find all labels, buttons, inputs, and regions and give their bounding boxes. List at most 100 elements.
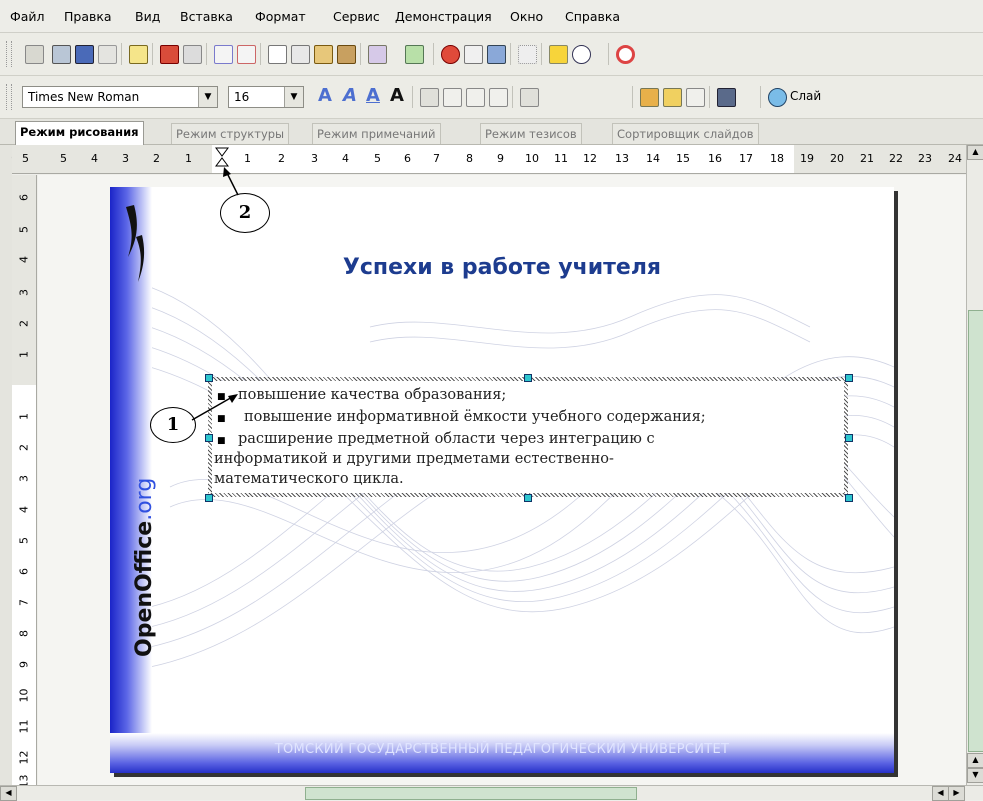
resize-handle[interactable]: [524, 494, 532, 502]
align-right-icon[interactable]: [466, 88, 485, 107]
undo-icon[interactable]: [368, 45, 387, 64]
ruler-label: 3: [122, 152, 129, 165]
menu-file[interactable]: Файл: [10, 9, 45, 24]
demote-icon[interactable]: [566, 88, 583, 105]
bullet-text[interactable]: расширение предметной области через инте…: [238, 431, 655, 447]
character-icon[interactable]: [640, 88, 659, 107]
scroll-up-icon[interactable]: ▲: [967, 753, 983, 768]
align-center-icon[interactable]: [443, 88, 462, 107]
shadow-font-icon[interactable]: A: [343, 85, 357, 106]
horizontal-ruler[interactable]: 5 5 4 3 2 1 1 2 3 4 5 6 7 8 9 10 11 12 1…: [12, 145, 967, 174]
tab-handout-view[interactable]: Режим тезисов: [480, 123, 582, 144]
font-size-combo[interactable]: 16 ▼: [228, 86, 304, 108]
font-color-icon[interactable]: A: [390, 85, 404, 106]
chevron-down-icon[interactable]: ▼: [284, 87, 303, 107]
horizontal-scroll-thumb[interactable]: [305, 787, 637, 800]
ruler-label: 3: [17, 289, 31, 296]
area-icon[interactable]: [717, 88, 736, 107]
move-up-icon[interactable]: [587, 88, 604, 105]
ruler-label: 2: [153, 152, 160, 165]
resize-handle[interactable]: [205, 374, 213, 382]
menu-tools[interactable]: Сервис: [333, 9, 380, 24]
bullet-text[interactable]: повышение качества образования;: [238, 387, 506, 403]
ruler-label: 6: [404, 152, 411, 165]
bullets-icon[interactable]: [520, 88, 539, 107]
align-left-icon[interactable]: [420, 88, 439, 107]
resize-handle[interactable]: [205, 434, 213, 442]
text-frame[interactable]: ■ повышение качества образования; ■ повы…: [208, 377, 848, 497]
ruler-label: 2: [278, 152, 285, 165]
show-draw-functions-icon[interactable]: [518, 45, 537, 64]
menu-help[interactable]: Справка: [565, 9, 620, 24]
mail-icon[interactable]: [98, 45, 117, 64]
bullet-continuation-text[interactable]: математического цикла.: [214, 471, 404, 487]
toolbar-grip[interactable]: [6, 84, 12, 110]
edit-mode-icon[interactable]: [129, 45, 148, 64]
clone-format-icon[interactable]: [337, 45, 356, 64]
font-name-combo[interactable]: Times New Roman ▼: [22, 86, 218, 108]
tab-outline-view[interactable]: Режим структуры: [171, 123, 290, 144]
tab-notes-view[interactable]: Режим примечаний: [312, 123, 441, 144]
zoom-icon[interactable]: [572, 45, 591, 64]
vertical-ruler[interactable]: 6 5 4 3 2 1 1 2 3 4 5 6 7 8 9 10 11 12 1…: [12, 175, 37, 789]
resize-handle[interactable]: [845, 374, 853, 382]
save-icon[interactable]: [75, 45, 94, 64]
bullets-numbering-icon[interactable]: [686, 88, 705, 107]
text-frame-body[interactable]: ■ повышение качества образования; ■ повы…: [212, 381, 844, 493]
print-icon[interactable]: [183, 45, 202, 64]
table-icon[interactable]: [464, 45, 483, 64]
justify-icon[interactable]: [489, 88, 508, 107]
toolbar-grip[interactable]: [6, 41, 12, 67]
menu-edit[interactable]: Правка: [64, 9, 112, 24]
resize-handle[interactable]: [524, 374, 532, 382]
menu-format[interactable]: Формат: [255, 9, 306, 24]
cut-icon[interactable]: [268, 45, 287, 64]
move-down-icon[interactable]: [608, 88, 625, 105]
separator: [760, 86, 761, 108]
resize-handle[interactable]: [845, 494, 853, 502]
outline-font-icon[interactable]: A: [318, 85, 332, 106]
chart-icon[interactable]: [441, 45, 460, 64]
vertical-scrollbar[interactable]: ▲ ▲ ▼: [966, 145, 983, 785]
slide-button-label[interactable]: Слай: [790, 89, 821, 103]
redo-icon[interactable]: [405, 45, 424, 64]
menu-view[interactable]: Вид: [135, 9, 160, 24]
ruler-label: 16: [708, 152, 722, 165]
brand-suffix: .org: [132, 477, 157, 521]
promote-icon[interactable]: [545, 88, 562, 105]
resize-handle[interactable]: [845, 434, 853, 442]
export-pdf-icon[interactable]: [160, 45, 179, 64]
resize-handle[interactable]: [205, 494, 213, 502]
scroll-down-icon[interactable]: ▼: [967, 768, 983, 783]
tab-slide-sorter[interactable]: Сортировщик слайдов: [612, 123, 759, 144]
autospellcheck-icon[interactable]: [237, 45, 256, 64]
tab-drawing-view[interactable]: Режим рисования: [15, 121, 144, 145]
slide-canvas[interactable]: OpenOffice.org Успехи в работе учителя ■…: [110, 187, 894, 773]
separator: [206, 43, 207, 65]
new-document-icon[interactable]: [25, 45, 44, 64]
navigator-icon[interactable]: [549, 45, 568, 64]
bullet-text[interactable]: повышение информативной ёмкости учебного…: [244, 409, 706, 425]
help-icon[interactable]: [616, 45, 635, 64]
paragraph-icon[interactable]: [663, 88, 682, 107]
slide-title[interactable]: Успехи в работе учителя: [110, 255, 894, 280]
slide-icon[interactable]: [768, 88, 787, 107]
ruler-label: 3: [311, 152, 318, 165]
menu-slideshow[interactable]: Демонстрация: [395, 9, 492, 24]
ruler-label: 8: [466, 152, 473, 165]
underline-font-icon[interactable]: A: [366, 85, 380, 106]
ruler-label: 5: [60, 152, 67, 165]
vertical-scroll-thumb[interactable]: [968, 310, 983, 752]
bullet-continuation-text[interactable]: информатикой и другими предметами естест…: [214, 451, 614, 467]
display-grid-icon[interactable]: [487, 45, 506, 64]
menu-window[interactable]: Окно: [510, 9, 543, 24]
open-icon[interactable]: [52, 45, 71, 64]
copy-icon[interactable]: [291, 45, 310, 64]
chevron-down-icon[interactable]: ▼: [198, 87, 217, 107]
indent-marker-icon[interactable]: [215, 147, 229, 167]
menu-insert[interactable]: Вставка: [180, 9, 233, 24]
horizontal-scrollbar[interactable]: ◀ ◀ ▶: [0, 785, 983, 801]
spellcheck-icon[interactable]: [214, 45, 233, 64]
scroll-up-icon[interactable]: ▲: [967, 145, 983, 160]
paste-icon[interactable]: [314, 45, 333, 64]
